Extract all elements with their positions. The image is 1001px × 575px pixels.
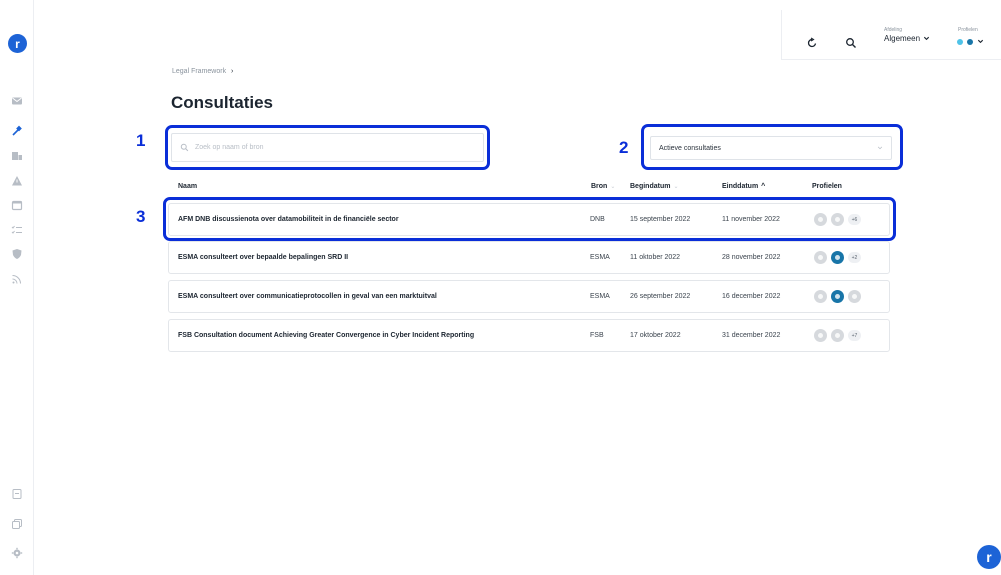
row-end-date: 16 december 2022 bbox=[722, 293, 781, 300]
table-row[interactable]: ESMA consulteert over communicatieprotoc… bbox=[168, 280, 890, 313]
top-toolbar: Afdeling Algemeen Profielen bbox=[781, 10, 1001, 60]
document-stack-icon[interactable] bbox=[10, 149, 24, 163]
column-header-label: Naam bbox=[178, 183, 198, 190]
profile-avatar bbox=[831, 251, 844, 264]
profiles-selector[interactable] bbox=[957, 38, 984, 45]
column-header-label: Einddatum bbox=[722, 183, 759, 190]
profile-avatar bbox=[831, 329, 844, 342]
settings-icon[interactable] bbox=[10, 546, 24, 560]
row-name: ESMA consulteert over bepaalde bepalinge… bbox=[178, 254, 349, 261]
profiles-more-count: +2 bbox=[848, 252, 861, 263]
column-header-label: Bron bbox=[591, 183, 608, 190]
column-header-name[interactable]: Naam bbox=[178, 183, 197, 190]
row-source: ESMA bbox=[590, 254, 610, 261]
column-header-end-date[interactable]: Einddatum ^ bbox=[722, 183, 765, 190]
annotation-number: 1 bbox=[136, 131, 146, 150]
column-header-source[interactable]: Bron ⌄ bbox=[591, 183, 615, 190]
sort-ascending-icon: ^ bbox=[761, 183, 766, 190]
shield-icon[interactable] bbox=[10, 247, 24, 261]
sort-icon: ⌄ bbox=[610, 184, 616, 190]
rss-icon[interactable] bbox=[10, 272, 24, 286]
table-row[interactable]: ESMA consulteert over bepaalde bepalinge… bbox=[168, 241, 890, 274]
column-header-label: Profielen bbox=[812, 183, 842, 190]
table-row[interactable]: FSB Consultation document Achieving Grea… bbox=[168, 319, 890, 352]
row-profiles: +2 bbox=[814, 251, 861, 264]
breadcrumb-item[interactable]: Legal Framework bbox=[172, 68, 226, 75]
profiles-label: Profielen bbox=[958, 27, 978, 33]
row-name: ESMA consulteert over communicatieprotoc… bbox=[178, 293, 437, 300]
column-header-profiles: Profielen bbox=[812, 183, 842, 190]
page-title: Consultaties bbox=[171, 93, 274, 112]
profile-avatar bbox=[814, 329, 827, 342]
chevron-down-icon bbox=[923, 36, 930, 41]
gavel-icon[interactable] bbox=[10, 124, 24, 138]
breadcrumb: Legal Framework › bbox=[172, 68, 233, 75]
help-chat-button[interactable]: r bbox=[977, 545, 1001, 569]
row-source: FSB bbox=[590, 332, 604, 339]
refresh-icon[interactable] bbox=[806, 36, 818, 48]
annotation-number: 3 bbox=[136, 207, 146, 226]
department-selector[interactable]: Algemeen bbox=[884, 34, 930, 43]
breadcrumb-separator: › bbox=[231, 68, 234, 75]
profile-avatar bbox=[814, 290, 827, 303]
list-icon[interactable] bbox=[10, 487, 24, 501]
chevron-down-icon bbox=[977, 39, 984, 44]
annotation-box bbox=[165, 125, 490, 170]
row-start-date: 17 oktober 2022 bbox=[630, 332, 681, 339]
column-header-start-date[interactable]: Begindatum ⌄ bbox=[630, 183, 678, 190]
search-icon[interactable] bbox=[845, 36, 857, 48]
annotation-number: 2 bbox=[619, 138, 629, 157]
app-logo[interactable]: r bbox=[8, 34, 27, 53]
row-end-date: 31 december 2022 bbox=[722, 332, 781, 339]
row-name: FSB Consultation document Achieving Grea… bbox=[178, 332, 475, 339]
row-start-date: 26 september 2022 bbox=[630, 293, 691, 300]
profiles-more-count: +7 bbox=[848, 330, 861, 341]
row-end-date: 28 november 2022 bbox=[722, 254, 781, 261]
annotation-box bbox=[163, 197, 896, 241]
department-value: Algemeen bbox=[884, 34, 921, 43]
calendar-icon[interactable] bbox=[10, 198, 24, 212]
sort-icon: ⌄ bbox=[673, 184, 679, 190]
column-header-label: Begindatum bbox=[630, 183, 671, 190]
row-profiles: +7 bbox=[814, 329, 861, 342]
row-source: ESMA bbox=[590, 293, 610, 300]
sidebar: r bbox=[0, 0, 34, 575]
profile-avatar bbox=[814, 251, 827, 264]
profile-avatar bbox=[848, 290, 861, 303]
row-start-date: 11 oktober 2022 bbox=[630, 254, 681, 261]
checklist-icon[interactable] bbox=[10, 223, 24, 237]
mail-icon[interactable] bbox=[10, 94, 24, 108]
warning-icon[interactable] bbox=[10, 174, 24, 188]
annotation-box bbox=[641, 124, 903, 170]
profile-dot bbox=[967, 38, 973, 45]
department-label: Afdeling bbox=[884, 27, 903, 33]
row-profiles bbox=[814, 290, 861, 303]
copy-icon[interactable] bbox=[10, 517, 24, 531]
profile-dot bbox=[957, 38, 963, 45]
profile-avatar bbox=[831, 290, 844, 303]
